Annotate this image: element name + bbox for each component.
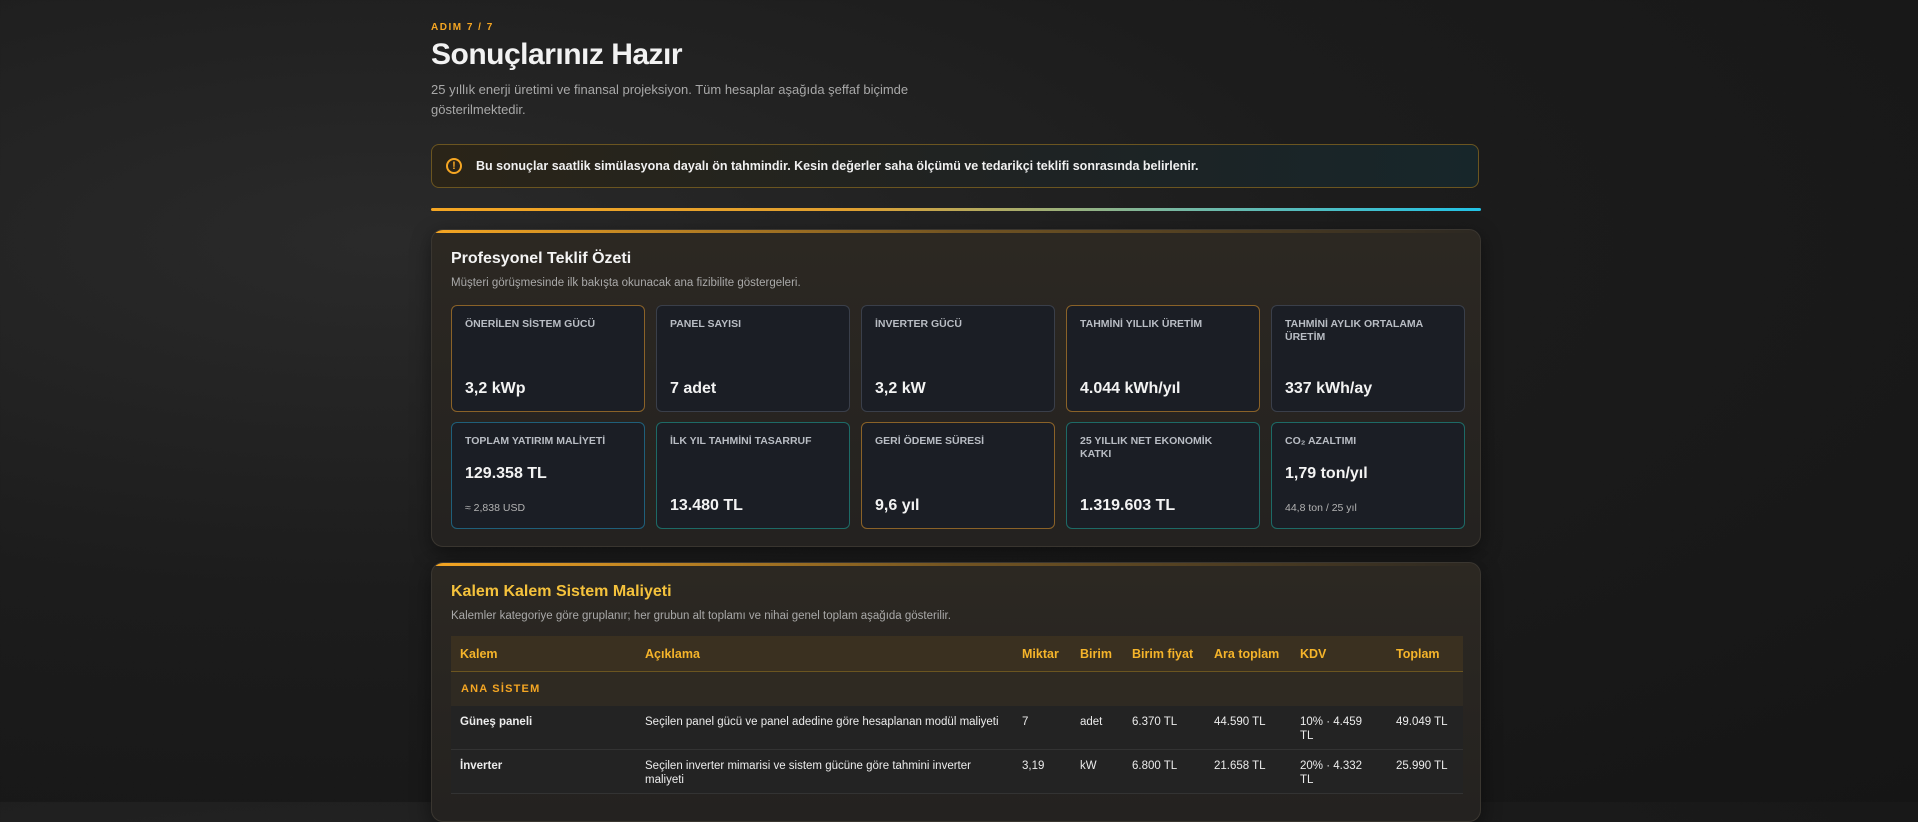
table-row: İnverter Seçilen inverter mimarisi ve si… [451,749,1463,794]
kpi-co2-reduction: CO₂ AZALTIMI 1,79 ton/yıl 44,8 ton / 25 … [1271,422,1465,529]
page-subtitle: 25 yıllık enerji üretimi ve finansal pro… [431,82,909,117]
warning-circle-icon: ! [446,158,462,174]
summary-subtitle: Müşteri görüşmesinde ilk bakışta okunaca… [451,277,801,289]
kpi-row-2: TOPLAM YATIRIM MALİYETİ 129.358 TL ≈ 2,8… [451,422,1465,529]
cell-item: Güneş paneli [451,706,636,750]
column-header: Birim fiyat [1123,636,1205,672]
cell-unit-price: 6.370 TL [1123,706,1205,750]
cost-breakdown-card: Kalem Kalem Sistem Maliyeti Kalemler kat… [431,562,1481,822]
cell-subtotal: 21.658 TL [1205,749,1291,794]
cell-unit: kW [1071,749,1123,794]
cost-subtitle: Kalemler kategoriye göre gruplanır; her … [451,610,951,622]
column-header: Açıklama [636,636,1013,672]
cell-vat: 20% · 4.332 TL [1291,749,1387,794]
group-label: ANA SİSTEM [451,671,1463,706]
kpi-monthly-production: TAHMİNİ AYLIK ORTALAMA ÜRETİM 337 kWh/ay [1271,305,1465,412]
kpi-note: ≈ 2,838 USD [465,502,526,514]
kpi-value: 4.044 kWh/yıl [1080,380,1181,397]
cell-item: İnverter [451,749,636,794]
group-row: ANA SİSTEM [451,671,1463,706]
column-header: Kalem [451,636,636,672]
cell-description: Seçilen inverter mimarisi ve sistem gücü… [636,749,1013,794]
kpi-value: 1.319.603 TL [1080,497,1176,514]
page-title: Sonuçlarınız Hazır [431,38,683,71]
disclaimer-notice: ! Bu sonuçlar saatlik simülasyona dayalı… [431,144,1479,188]
cost-title: Kalem Kalem Sistem Maliyeti [451,583,672,600]
kpi-label: İLK YIL TAHMİNİ TASARRUF [670,435,812,447]
kpi-value: 3,2 kWp [465,380,526,397]
step-indicator: ADIM 7 / 7 [431,22,494,33]
progress-divider [431,208,1481,211]
cell-quantity: 7 [1013,706,1071,750]
kpi-label: PANEL SAYISI [670,318,741,330]
kpi-value: 1,79 ton/yıl [1285,465,1368,482]
kpi-first-year-savings: İLK YIL TAHMİNİ TASARRUF 13.480 TL [656,422,850,529]
kpi-panel-count: PANEL SAYISI 7 adet [656,305,850,412]
column-header: Miktar [1013,636,1071,672]
summary-title: Profesyonel Teklif Özeti [451,250,632,267]
kpi-total-investment: TOPLAM YATIRIM MALİYETİ 129.358 TL ≈ 2,8… [451,422,645,529]
kpi-label: TOPLAM YATIRIM MALİYETİ [465,435,606,447]
column-header: Birim [1071,636,1123,672]
kpi-value: 7 adet [670,380,717,397]
column-header: Toplam [1387,636,1463,672]
summary-card: Profesyonel Teklif Özeti Müşteri görüşme… [431,229,1481,547]
cell-vat: 10% · 4.459 TL [1291,706,1387,750]
column-header: Ara toplam [1205,636,1291,672]
kpi-row-1: ÖNERİLEN SİSTEM GÜCÜ 3,2 kWp PANEL SAYIS… [451,305,1465,412]
kpi-label: GERİ ÖDEME SÜRESİ [875,435,985,447]
kpi-label: ÖNERİLEN SİSTEM GÜCÜ [465,318,596,330]
kpi-value: 13.480 TL [670,497,743,514]
cost-table: Kalem Açıklama Miktar Birim Birim fiyat … [451,636,1463,794]
kpi-system-power: ÖNERİLEN SİSTEM GÜCÜ 3,2 kWp [451,305,645,412]
kpi-payback-period: GERİ ÖDEME SÜRESİ 9,6 yıl [861,422,1055,529]
notice-text: Bu sonuçlar saatlik simülasyona dayalı ö… [476,159,1199,173]
kpi-label: 25 YILLIK NET EKONOMİK KATKI [1080,435,1213,460]
cell-subtotal: 44.590 TL [1205,706,1291,750]
kpi-label: CO₂ AZALTIMI [1285,435,1357,447]
kpi-inverter-power: İNVERTER GÜCÜ 3,2 kW [861,305,1055,412]
table-row: Güneş paneli Seçilen panel gücü ve panel… [451,706,1463,750]
cell-unit: adet [1071,706,1123,750]
cell-total: 49.049 TL [1387,706,1463,750]
table-header-row: Kalem Açıklama Miktar Birim Birim fiyat … [451,636,1463,672]
cell-total: 25.990 TL [1387,749,1463,794]
column-header: KDV [1291,636,1387,672]
kpi-value: 3,2 kW [875,380,926,397]
kpi-label: İNVERTER GÜCÜ [875,318,962,330]
kpi-note: 44,8 ton / 25 yıl [1285,502,1357,514]
kpi-label: TAHMİNİ YILLIK ÜRETİM [1080,318,1203,330]
kpi-value: 9,6 yıl [875,497,920,514]
cell-description: Seçilen panel gücü ve panel adedine göre… [636,706,1013,750]
cell-unit-price: 6.800 TL [1123,749,1205,794]
kpi-annual-production: TAHMİNİ YILLIK ÜRETİM 4.044 kWh/yıl [1066,305,1260,412]
kpi-label: TAHMİNİ AYLIK ORTALAMA ÜRETİM [1285,318,1423,343]
kpi-value: 129.358 TL [465,465,547,482]
cell-quantity: 3,19 [1013,749,1071,794]
kpi-value: 337 kWh/ay [1285,380,1373,397]
kpi-net-contribution: 25 YILLIK NET EKONOMİK KATKI 1.319.603 T… [1066,422,1260,529]
